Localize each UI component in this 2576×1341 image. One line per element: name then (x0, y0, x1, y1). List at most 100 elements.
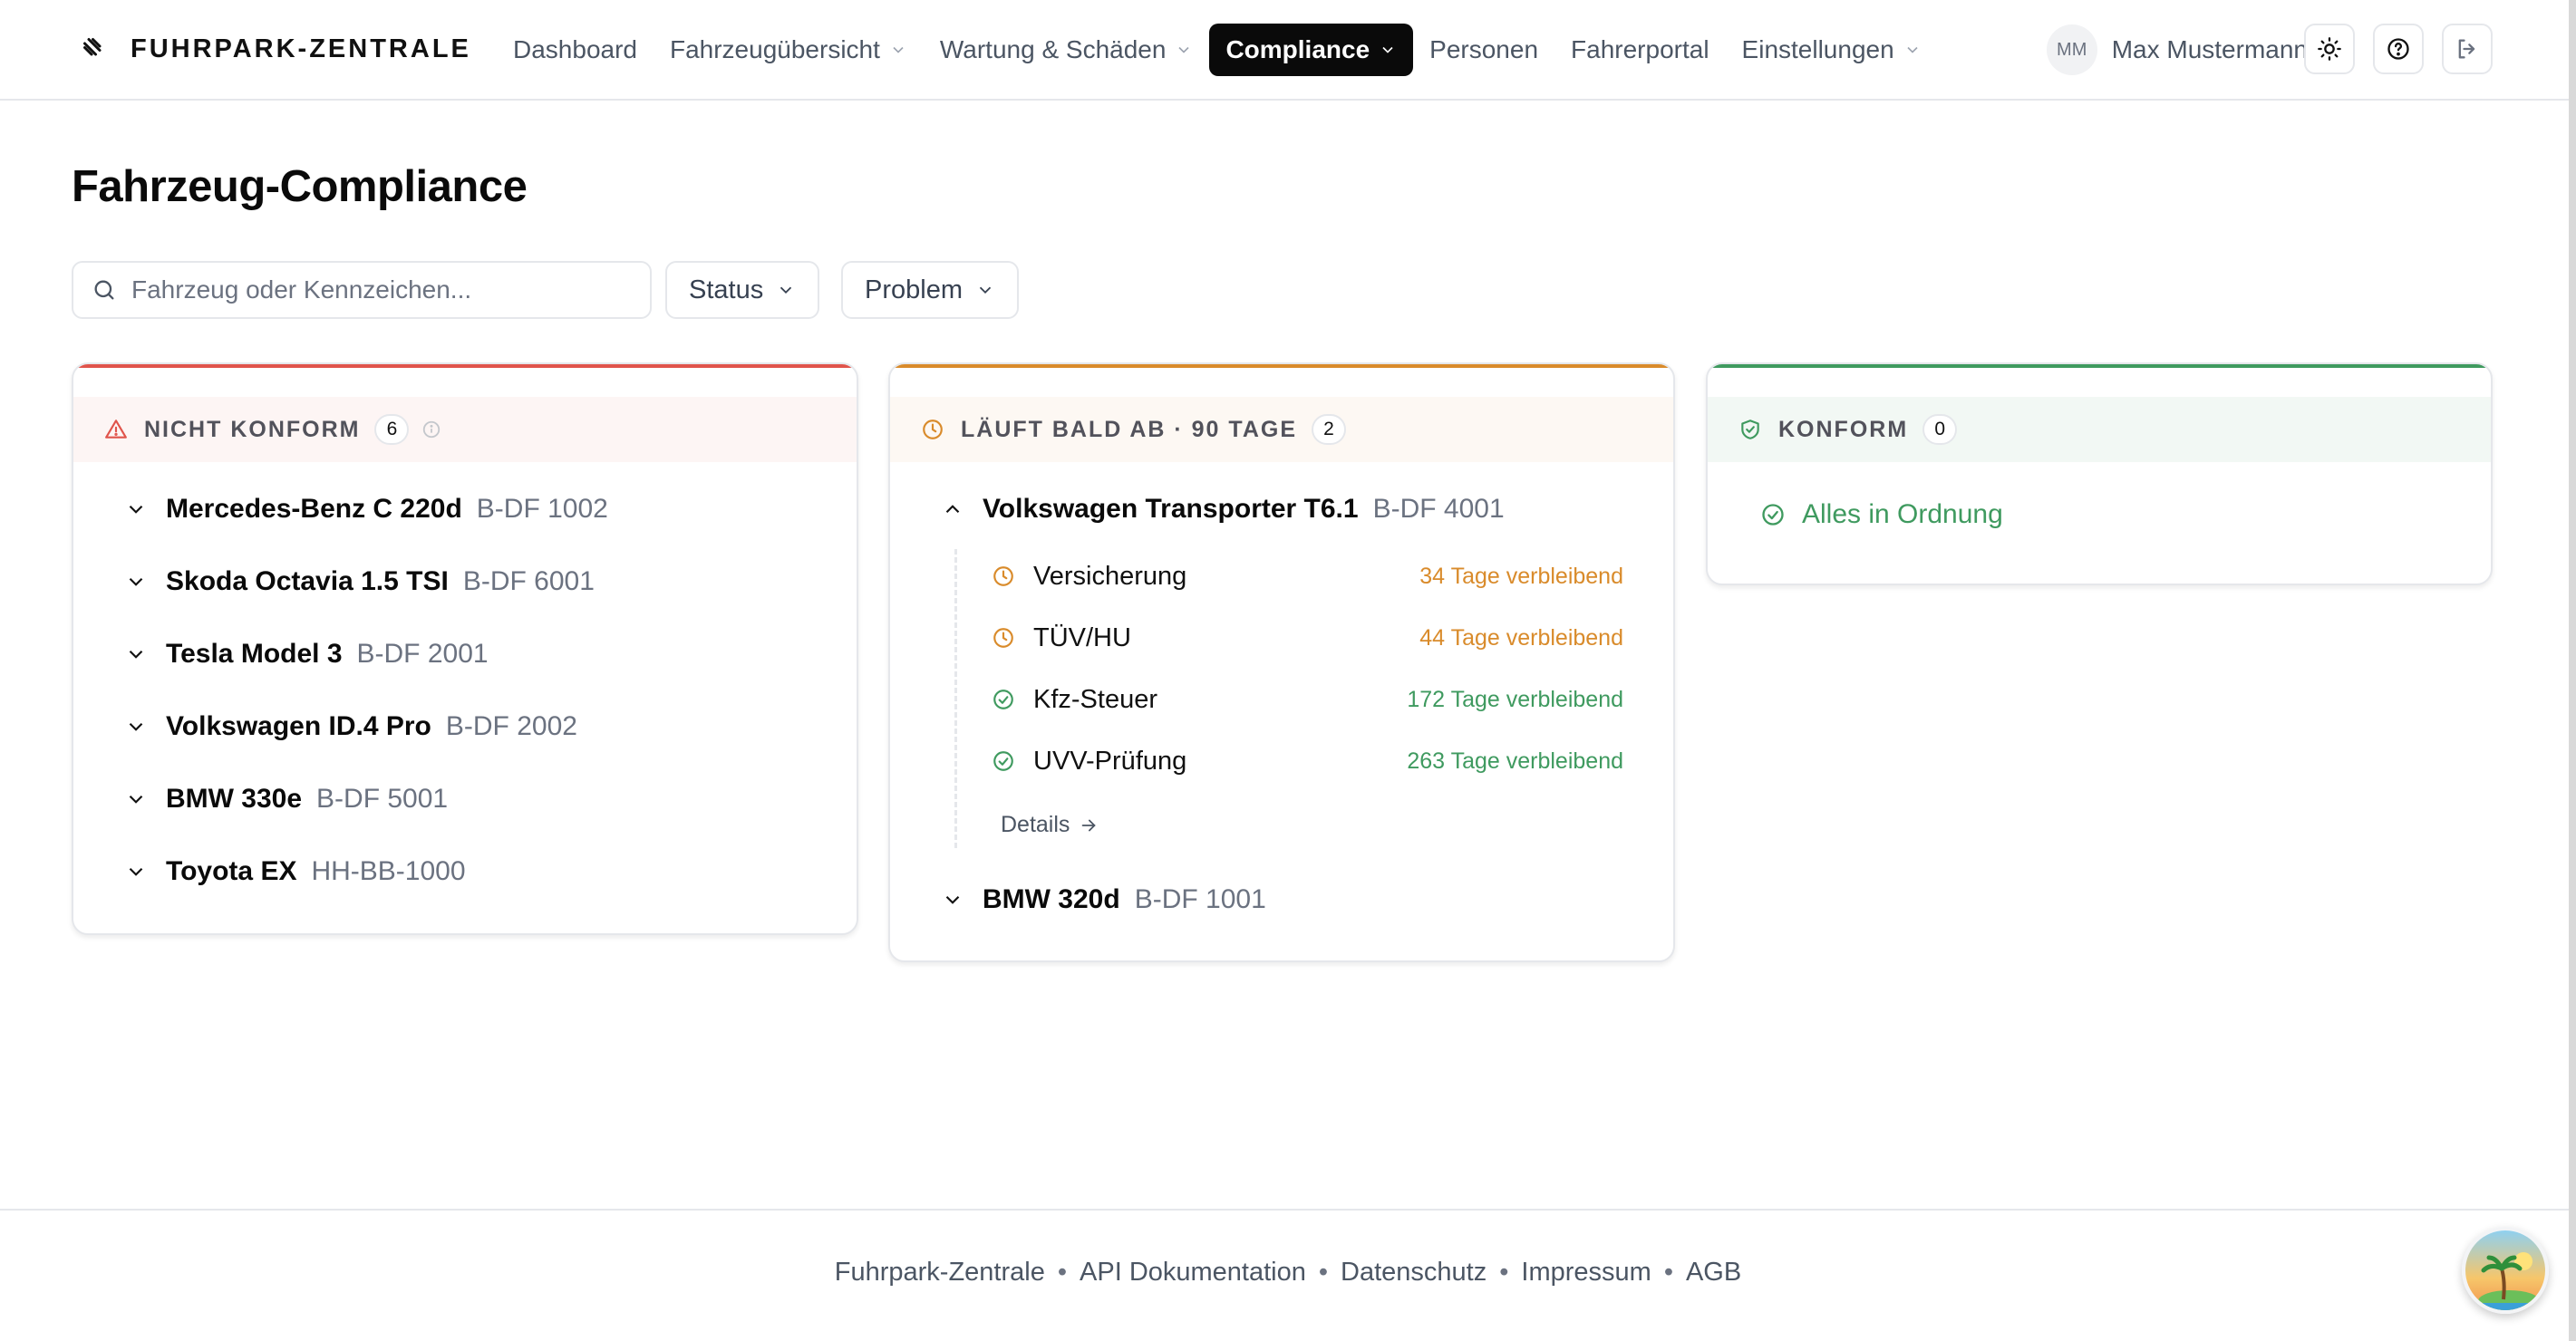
column-header: KONFORM 0 (1708, 397, 2491, 462)
chevron-down-icon (1382, 46, 1393, 53)
nav-label: Fahrzeugübersicht (669, 35, 880, 63)
vehicle-plate: B-DF 1001 (1134, 884, 1266, 914)
vehicle-plate: B-DF 2001 (356, 639, 489, 669)
status-filter-label: Status (689, 275, 764, 304)
vehicle-row[interactable]: Volkswagen ID.4 Pro B-DF 2002 (124, 706, 577, 748)
check-item: Versicherung (992, 558, 1186, 594)
window-edge (2569, 0, 2576, 1341)
count-badge: 6 (374, 414, 410, 445)
vehicle-plate: B-DF 4001 (1372, 494, 1505, 524)
column-expiring: LÄUFT BALD AB · 90 TAGE 2 (888, 362, 1675, 962)
nav-wartung-schaeden[interactable]: Wartung & Schäden (924, 24, 1210, 76)
vehicle-row[interactable]: Mercedes-Benz C 220d B-DF 1002 (124, 488, 608, 530)
avatar: MM (2046, 24, 2097, 75)
vehicle-row[interactable]: Tesla Model 3 B-DF 2001 (124, 633, 489, 675)
chevron-down-icon (979, 286, 992, 294)
logout-button[interactable] (2442, 24, 2493, 74)
logo-icon (83, 38, 102, 56)
vehicle-plate: B-DF 6001 (462, 566, 595, 596)
empty-state-text: Alles in Ordnung (1802, 499, 2003, 529)
theme-toggle-button[interactable] (2304, 24, 2355, 74)
user-menu[interactable]: MM Max Mustermann (2046, 24, 2308, 76)
chevron-down-icon (129, 722, 143, 731)
assistant-avatar-button[interactable] (2462, 1227, 2549, 1314)
vehicle-row[interactable]: Toyota EX HH-BB-1000 (124, 851, 466, 892)
page-title: Fahrzeug-Compliance (72, 162, 528, 211)
check-label: TÜV/HU (1033, 622, 1131, 652)
status-filter-dropdown[interactable]: Status (665, 261, 820, 319)
nav-label: Fahrerportal (1571, 35, 1709, 63)
brand-logo[interactable]: FUHRPARK-ZENTRALE (78, 29, 471, 69)
footer-links: Fuhrpark-Zentrale • API Dokumentation • … (0, 1258, 2576, 1288)
nav-label: Compliance (1225, 35, 1370, 63)
chevron-down-icon (129, 577, 143, 586)
footer-link-api-docs[interactable]: API Dokumentation (1080, 1258, 1306, 1288)
details-link[interactable]: Details (1001, 812, 1099, 838)
vehicle-name: Toyota EX (166, 856, 297, 886)
detail-divider (954, 549, 957, 848)
help-button[interactable] (2373, 24, 2424, 74)
chevron-up-icon (945, 505, 960, 514)
help-icon (2387, 38, 2409, 60)
check-label: Versicherung (1033, 561, 1187, 591)
remaining-days: 263 Tage verbleibend (1407, 748, 1623, 774)
nav-dashboard[interactable]: Dashboard (497, 24, 654, 76)
footer-separator: • (1057, 1258, 1068, 1287)
column-compliant: KONFORM 0 (1706, 362, 2493, 585)
chevron-down-icon (1178, 46, 1190, 53)
clock-icon (993, 628, 1013, 648)
shield-check-icon (1741, 420, 1759, 439)
column-header: NICHT KONFORM 6 (73, 397, 857, 462)
vehicle-row[interactable]: Skoda Octavia 1.5 TSI B-DF 6001 (124, 561, 595, 603)
nav-label: Wartung & Schäden (939, 35, 1167, 63)
top-navigation-bar: FUHRPARK-ZENTRALE Dashboard Fahrzeugüber… (0, 0, 2576, 101)
search-icon (94, 280, 114, 300)
check-circle-icon (1762, 504, 1784, 526)
remaining-days: 44 Tage verbleibend (1419, 625, 1623, 651)
remaining-days: 34 Tage verbleibend (1419, 564, 1623, 589)
check-label: UVV-Prüfung (1033, 746, 1187, 776)
footer-link-terms[interactable]: AGB (1686, 1258, 1741, 1288)
problem-filter-dropdown[interactable]: Problem (841, 261, 1019, 319)
vehicle-name: Mercedes-Benz C 220d (166, 494, 462, 524)
search-box[interactable] (72, 261, 652, 319)
footer-link-home[interactable]: Fuhrpark-Zentrale (835, 1258, 1045, 1288)
check-item: Kfz-Steuer (992, 681, 1157, 718)
warning-triangle-icon (105, 420, 127, 439)
vehicle-name: Volkswagen ID.4 Pro (166, 711, 431, 741)
column-title: NICHT KONFORM (144, 416, 361, 442)
sun-icon (2318, 37, 2341, 61)
chevron-down-icon (1907, 46, 1918, 53)
nav-label: Personen (1429, 35, 1539, 63)
chevron-down-icon (129, 867, 143, 876)
vehicle-row[interactable]: BMW 320d B-DF 1001 (941, 879, 1266, 921)
vehicle-name: Tesla Model 3 (166, 639, 343, 669)
clock-icon (923, 420, 943, 439)
chevron-down-icon (893, 46, 904, 53)
footer-separator: • (1499, 1258, 1509, 1287)
column-header: LÄUFT BALD AB · 90 TAGE 2 (890, 397, 1673, 462)
nav-personen[interactable]: Personen (1413, 24, 1554, 76)
info-icon[interactable] (421, 420, 441, 439)
nav-einstellungen[interactable]: Einstellungen (1726, 24, 1938, 76)
check-circle-icon (993, 751, 1013, 771)
count-badge: 0 (1922, 414, 1958, 445)
vehicle-name: BMW 320d (983, 884, 1120, 914)
nav-compliance[interactable]: Compliance (1209, 24, 1414, 76)
vehicle-plate: B-DF 5001 (316, 784, 449, 814)
footer-link-imprint[interactable]: Impressum (1521, 1258, 1651, 1288)
vehicle-plate: HH-BB-1000 (311, 856, 466, 886)
nav-fahrerportal[interactable]: Fahrerportal (1554, 24, 1726, 76)
vehicle-row-expanded[interactable]: Volkswagen Transporter T6.1 B-DF 4001 (941, 488, 1505, 530)
nav-fahrzeuguebersicht[interactable]: Fahrzeugübersicht (654, 24, 924, 76)
footer-separator: • (1318, 1258, 1329, 1287)
vehicle-row[interactable]: BMW 330e B-DF 5001 (124, 778, 448, 820)
column-accent-bar (73, 364, 857, 368)
chevron-down-icon (945, 895, 960, 904)
details-label: Details (1001, 812, 1070, 837)
nav-label: Dashboard (513, 35, 637, 63)
footer-link-privacy[interactable]: Datenschutz (1341, 1258, 1487, 1288)
vehicle-name: Skoda Octavia 1.5 TSI (166, 566, 449, 596)
search-input[interactable] (131, 275, 621, 304)
chevron-down-icon (780, 286, 792, 294)
